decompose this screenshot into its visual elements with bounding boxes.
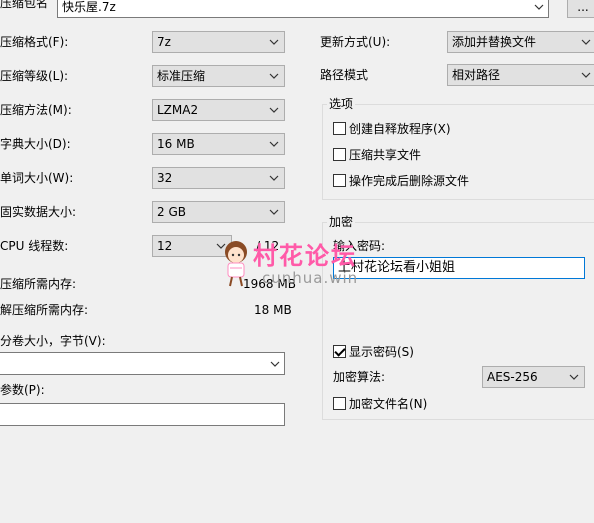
- watermark-url: cunhua.win: [262, 269, 359, 287]
- mascot-icon: [219, 238, 253, 288]
- word-label: 单词大小(W):: [0, 171, 74, 185]
- path-label: 路径模式: [320, 68, 369, 82]
- volume-label: 分卷大小，字节(V):: [0, 334, 106, 348]
- solid-value: 2 GB: [157, 205, 186, 219]
- delete-checkbox[interactable]: [333, 174, 346, 187]
- enc-method-select[interactable]: AES-256: [482, 366, 585, 388]
- show-password-checkbox[interactable]: [333, 345, 346, 358]
- solid-label: 固实数据大小:: [0, 205, 77, 219]
- update-select[interactable]: 添加并替换文件: [447, 31, 594, 53]
- cpu-value: 12: [157, 239, 173, 253]
- params-input[interactable]: [0, 403, 285, 426]
- watermark-text: 村花论坛: [253, 242, 357, 270]
- update-label: 更新方式(U):: [320, 35, 391, 49]
- encrypt-names-label[interactable]: 加密文件名(N): [349, 396, 427, 412]
- format-value: 7z: [157, 35, 171, 49]
- chevron-down-icon: [268, 168, 280, 188]
- browse-button[interactable]: ...: [567, 0, 594, 18]
- path-value: 相对路径: [452, 68, 501, 82]
- delete-label[interactable]: 操作完成后删除源文件: [349, 173, 469, 189]
- cpu-label: CPU 线程数:: [0, 239, 69, 253]
- sfx-checkbox[interactable]: [333, 122, 346, 135]
- sfx-label[interactable]: 创建自释放程序(X): [349, 121, 451, 137]
- show-password-label[interactable]: 显示密码(S): [349, 344, 414, 360]
- mem-decomp-value: 18 MB: [254, 303, 292, 317]
- chevron-down-icon: [268, 202, 280, 222]
- solid-select[interactable]: 2 GB: [152, 201, 285, 223]
- dict-label: 字典大小(D):: [0, 137, 71, 151]
- word-select[interactable]: 32: [152, 167, 285, 189]
- level-select[interactable]: 标准压缩: [152, 65, 285, 87]
- word-value: 32: [157, 171, 173, 185]
- chevron-down-icon: [270, 353, 280, 374]
- mem-comp-label: 压缩所需内存:: [0, 277, 77, 291]
- chevron-down-icon: [268, 32, 280, 52]
- path-select[interactable]: 相对路径: [447, 64, 594, 86]
- method-select[interactable]: LZMA2: [152, 99, 285, 121]
- options-title: 选项: [327, 96, 356, 112]
- encrypt-title: 加密: [327, 214, 356, 230]
- archive-name-value: 快乐屋.7z: [62, 0, 116, 14]
- volume-combo[interactable]: [0, 352, 285, 375]
- params-label: 参数(P):: [0, 383, 45, 397]
- password-input[interactable]: 上村花论坛看小姐姐: [333, 257, 585, 279]
- enc-method-label: 加密算法:: [333, 370, 386, 384]
- level-label: 压缩等级(L):: [0, 69, 69, 83]
- shared-checkbox[interactable]: [333, 148, 346, 161]
- update-value: 添加并替换文件: [452, 35, 537, 49]
- chevron-down-icon: [580, 65, 592, 85]
- chevron-down-icon: [568, 367, 580, 387]
- method-label: 压缩方法(M):: [0, 103, 72, 117]
- format-select[interactable]: 7z: [152, 31, 285, 53]
- shared-label[interactable]: 压缩共享文件: [349, 147, 421, 163]
- enc-method-value: AES-256: [487, 370, 538, 384]
- format-label: 压缩格式(F):: [0, 35, 69, 49]
- encrypt-names-checkbox[interactable]: [333, 397, 346, 410]
- chevron-down-icon: [268, 66, 280, 86]
- chevron-down-icon: [268, 134, 280, 154]
- archive-name-label: 压缩包名: [0, 0, 49, 10]
- chevron-down-icon: [580, 32, 592, 52]
- dict-select[interactable]: 16 MB: [152, 133, 285, 155]
- method-value: LZMA2: [157, 103, 199, 117]
- dict-value: 16 MB: [157, 137, 195, 151]
- archive-name-combo[interactable]: 快乐屋.7z: [57, 0, 549, 18]
- chevron-down-icon: [534, 0, 544, 17]
- level-value: 标准压缩: [157, 69, 206, 83]
- mem-decomp-label: 解压缩所需内存:: [0, 303, 89, 317]
- chevron-down-icon: [268, 100, 280, 120]
